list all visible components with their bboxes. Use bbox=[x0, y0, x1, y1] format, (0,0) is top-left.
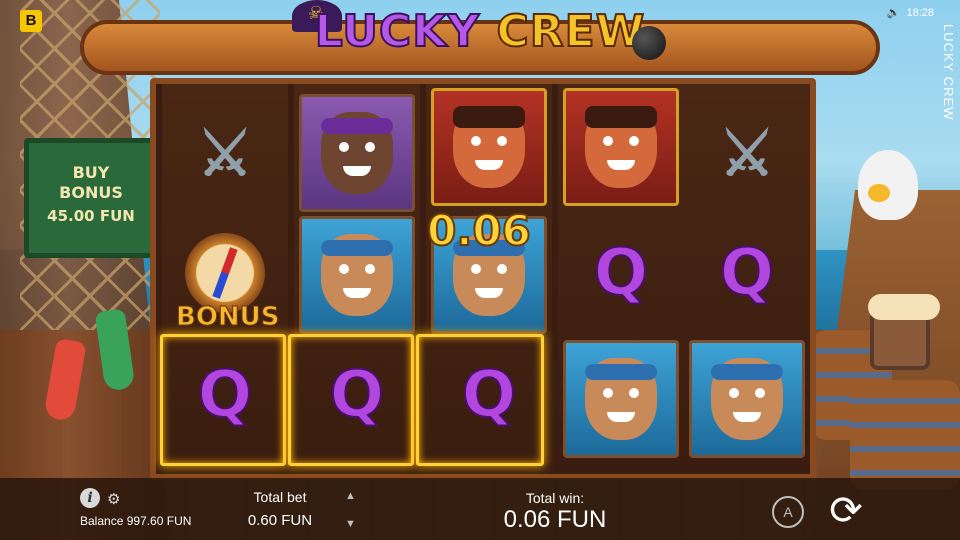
barrel bbox=[850, 380, 960, 490]
status-bar: 🔈 18:28 bbox=[887, 6, 934, 20]
captain-face-icon bbox=[453, 106, 525, 188]
total-win-label: Total win: bbox=[525, 490, 585, 506]
reel-5: ⚔ Q bbox=[684, 84, 810, 474]
info-icon[interactable]: i bbox=[80, 488, 100, 508]
clock: 18:28 bbox=[906, 6, 934, 19]
reel-4: Q bbox=[558, 84, 684, 474]
swords-icon: ⚔ bbox=[719, 119, 775, 189]
win-frame bbox=[160, 334, 286, 466]
bet-increase-icon[interactable]: ▲ bbox=[345, 490, 356, 502]
seagull bbox=[858, 150, 918, 220]
sailor-face-icon bbox=[585, 358, 657, 440]
logo-text: LUCKY CREW bbox=[80, 5, 880, 58]
spin-icon[interactable]: ⟳ bbox=[820, 486, 872, 538]
side-title: LUCKY CREW bbox=[941, 24, 956, 121]
win-frame bbox=[416, 334, 544, 466]
speaker-icon[interactable]: 🔈 bbox=[887, 6, 901, 19]
logo-word-lucky: LUCKY bbox=[314, 5, 481, 58]
captain-symbol bbox=[563, 88, 679, 206]
bet-decrease-icon[interactable]: ▼ bbox=[345, 518, 356, 530]
logo-word-crew: CREW bbox=[496, 5, 646, 58]
sailor-face-icon bbox=[711, 358, 783, 440]
buy-bonus-line1: BUY bbox=[72, 163, 110, 182]
brand-badge: B bbox=[20, 10, 42, 32]
buy-bonus-line2: BONUS bbox=[59, 183, 123, 202]
balance: Balance 997.60 FUN bbox=[80, 514, 192, 528]
crossed-swords-symbol: ⚔ bbox=[689, 94, 805, 212]
beer-mug bbox=[868, 294, 940, 370]
total-win-value: 0.06 FUN bbox=[503, 506, 607, 533]
buy-bonus-button[interactable]: BUY BONUS 45.00 FUN bbox=[24, 138, 158, 258]
gear-icon[interactable]: ⚙ bbox=[107, 490, 120, 508]
captain-face-icon bbox=[585, 106, 657, 188]
game-logo: LUCKY CREW bbox=[80, 0, 880, 90]
q-symbol: Q bbox=[593, 235, 649, 311]
win-frame bbox=[288, 334, 414, 466]
win-amount-highlight: 0.06 bbox=[426, 205, 532, 256]
buy-bonus-price: 45.00 FUN bbox=[47, 207, 135, 225]
total-bet-value: 0.60 FUN bbox=[247, 512, 313, 529]
compass-icon bbox=[185, 233, 265, 313]
sailor-symbol bbox=[299, 216, 415, 334]
swords-icon: ⚔ bbox=[197, 119, 253, 189]
sailor-symbol bbox=[563, 340, 679, 458]
captain-symbol bbox=[431, 88, 547, 206]
q-symbol: Q bbox=[719, 235, 775, 311]
sailor-symbol bbox=[689, 340, 805, 458]
crossed-swords-symbol: ⚔ bbox=[167, 94, 283, 212]
autoplay-button[interactable]: A bbox=[772, 496, 804, 528]
pirate-symbol bbox=[299, 94, 415, 212]
total-bet-label: Total bet bbox=[253, 489, 307, 505]
bomb-icon bbox=[632, 26, 666, 60]
sailor-face-icon bbox=[321, 234, 393, 316]
pirate-face-icon bbox=[321, 112, 393, 194]
bonus-label: BONUS bbox=[176, 302, 281, 333]
